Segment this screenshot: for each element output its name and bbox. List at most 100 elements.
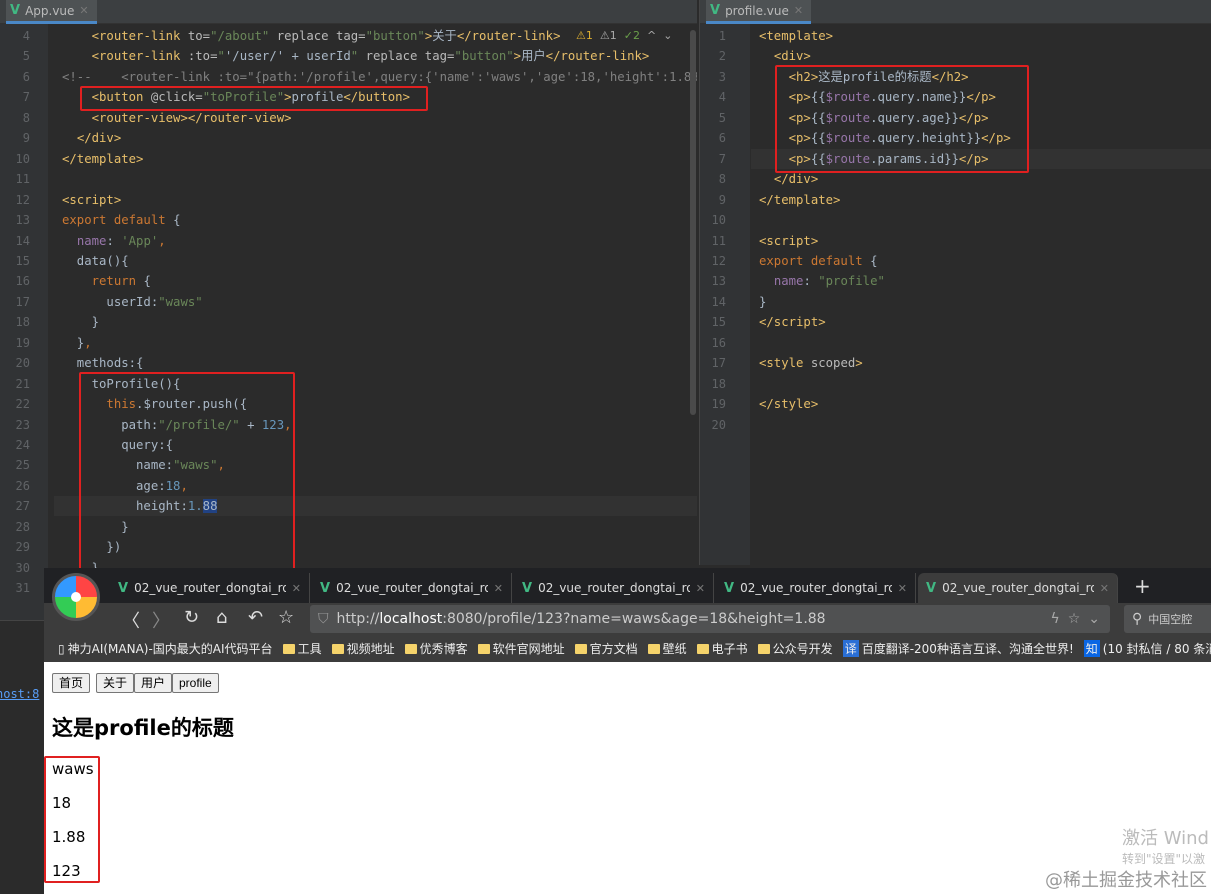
- close-icon[interactable]: ✕: [898, 582, 907, 595]
- bookmark-label: 壁纸: [662, 642, 687, 656]
- bookmark-label: 官方文档: [589, 642, 638, 656]
- line-number: 2: [718, 49, 726, 64]
- bolt-icon[interactable]: ϟ: [1050, 611, 1059, 627]
- line-number: 25: [15, 458, 30, 473]
- bookmark-item[interactable]: 译百度翻译-200种语言互译、沟通全世界!: [842, 640, 1074, 657]
- code-line: </style>: [759, 394, 818, 414]
- bookmark-item[interactable]: 公众号开发: [757, 640, 833, 657]
- code-line: <style scoped>: [759, 353, 863, 373]
- bookmark-item[interactable]: 软件官网地址: [477, 640, 565, 657]
- search-icon: ⚲: [1132, 611, 1143, 627]
- close-icon[interactable]: ✕: [494, 582, 503, 595]
- url-text: http://localhost:8080/profile/123?name=w…: [336, 611, 826, 627]
- tab-app-vue[interactable]: V App.vue ✕: [6, 0, 97, 24]
- browser-tab[interactable]: V 02_vue_router_dongtai_rout ✕: [514, 573, 714, 603]
- code-token: scoped: [810, 356, 856, 371]
- highlight-box: [775, 65, 1029, 173]
- back-icon[interactable]: 〈: [122, 607, 140, 633]
- forward-icon[interactable]: 〉: [152, 607, 170, 633]
- code-token: }: [62, 335, 85, 350]
- bookmark-item[interactable]: 视频地址: [331, 640, 395, 657]
- bookmark-item[interactable]: 优秀博客: [404, 640, 468, 657]
- close-icon[interactable]: ✕: [79, 4, 88, 17]
- bookmark-item[interactable]: 壁纸: [647, 640, 687, 657]
- tab-title: 02_vue_router_dongtai_rout: [740, 581, 892, 595]
- bookmarks-bar: ▯ 神力AI(MANA)-国内最大的AI代码平台 工具 视频地址 优秀博客 软件官网地址 官…: [44, 635, 1211, 662]
- bookmark-label: 优秀博客: [419, 642, 468, 656]
- code-token: </router-link>: [545, 49, 650, 64]
- line-number: 8: [22, 110, 30, 125]
- line-number: 11: [15, 172, 30, 187]
- reload-icon[interactable]: ↻: [184, 607, 199, 628]
- code-token: export default: [759, 253, 871, 268]
- code-token: 'App': [121, 233, 159, 248]
- code-token: <script>: [759, 233, 819, 248]
- browser-tab[interactable]: V 02_vue_router_dongtai_rout ✕: [110, 573, 310, 603]
- bookmark-item[interactable]: 电子书: [696, 640, 748, 657]
- code-token: export default: [62, 213, 174, 228]
- line-number: 7: [718, 151, 726, 166]
- bookmark-label: 视频地址: [346, 642, 395, 656]
- inspection-item[interactable]: ^: [647, 29, 656, 42]
- folder-icon: [404, 643, 417, 654]
- star-icon[interactable]: ☆: [278, 607, 294, 628]
- new-tab-button[interactable]: +: [1134, 574, 1151, 598]
- code-token: {: [870, 253, 878, 268]
- close-icon[interactable]: ✕: [696, 582, 705, 595]
- bookmark-item[interactable]: ▯ 神力AI(MANA)-国内最大的AI代码平台: [58, 640, 273, 657]
- undo-icon[interactable]: ↶: [248, 607, 263, 628]
- browser-logo: [52, 573, 100, 621]
- url-input[interactable]: ⛉ http://localhost:8080/profile/123?name…: [310, 605, 1110, 633]
- line-number: 17: [711, 356, 726, 371]
- highlight-box: [80, 86, 428, 111]
- nav-button[interactable]: 关于: [96, 673, 135, 693]
- favorite-icon[interactable]: ☆: [1068, 611, 1081, 627]
- nav-button[interactable]: 用户: [134, 673, 173, 693]
- code-token: <div>: [773, 49, 811, 64]
- browser-tabbar: + V 02_vue_router_dongtai_rout ✕ V 02_vue_ro…: [44, 568, 1211, 603]
- search-placeholder: 中国空腔: [1148, 613, 1193, 626]
- line-number: 19: [711, 397, 726, 412]
- browser-tab[interactable]: V 02_vue_router_dongtai_rout ✕: [918, 573, 1118, 603]
- code-token: </template>: [62, 151, 144, 166]
- editor-tabbar: V App.vue ✕: [0, 0, 697, 24]
- bookmark-item[interactable]: 工具: [282, 640, 322, 657]
- code-token: >: [855, 356, 863, 371]
- inspection-item[interactable]: ⚠1: [600, 29, 617, 42]
- inspection-item[interactable]: ⚠1: [576, 29, 593, 42]
- page-icon: ▯: [58, 641, 65, 656]
- nav-button[interactable]: 首页: [52, 673, 91, 693]
- bookmark-label: 百度翻译-200种语言互译、沟通全世界!: [861, 642, 1074, 656]
- nav-button[interactable]: profile: [172, 673, 219, 693]
- code-line: },: [62, 333, 92, 353]
- bookmark-label: 公众号开发: [772, 642, 833, 656]
- line-number: 8: [718, 172, 726, 187]
- chevron-down-icon[interactable]: ⌄: [1088, 611, 1100, 627]
- close-icon[interactable]: ✕: [1100, 582, 1109, 595]
- code-token: :to=: [187, 49, 218, 64]
- line-number: 16: [15, 274, 30, 289]
- tab-title: 02_vue_router_dongtai_rout: [942, 581, 1094, 595]
- browser-tab[interactable]: V 02_vue_router_dongtai_rout ✕: [716, 573, 916, 603]
- code-token: "/about": [210, 29, 270, 43]
- home-icon[interactable]: ⌂: [216, 607, 227, 628]
- browser-tab[interactable]: V 02_vue_router_dongtai_rout ✕: [312, 573, 512, 603]
- close-icon[interactable]: ✕: [794, 4, 803, 17]
- search-box[interactable]: ⚲ 中国空腔: [1124, 605, 1211, 633]
- inspection-item[interactable]: ⌄: [663, 29, 672, 42]
- bookmark-label: 电子书: [711, 642, 748, 656]
- line-number: 6: [22, 69, 30, 84]
- bookmark-item[interactable]: 官方文档: [574, 640, 638, 657]
- terminal-link[interactable]: host:8: [0, 687, 39, 701]
- scrollbar[interactable]: [690, 30, 696, 415]
- close-icon[interactable]: ✕: [292, 582, 301, 595]
- inspection-item[interactable]: ✓2: [624, 29, 640, 42]
- inspection-widget[interactable]: ⚠1 ⚠1 ✓2 ^ ⌄: [576, 29, 672, 42]
- bookmark-item[interactable]: 知(10 封私信 / 80 条消息: [1083, 640, 1211, 657]
- highlight-box: [44, 756, 100, 883]
- tab-profile-vue[interactable]: Vprofile.vue ✕: [706, 0, 812, 24]
